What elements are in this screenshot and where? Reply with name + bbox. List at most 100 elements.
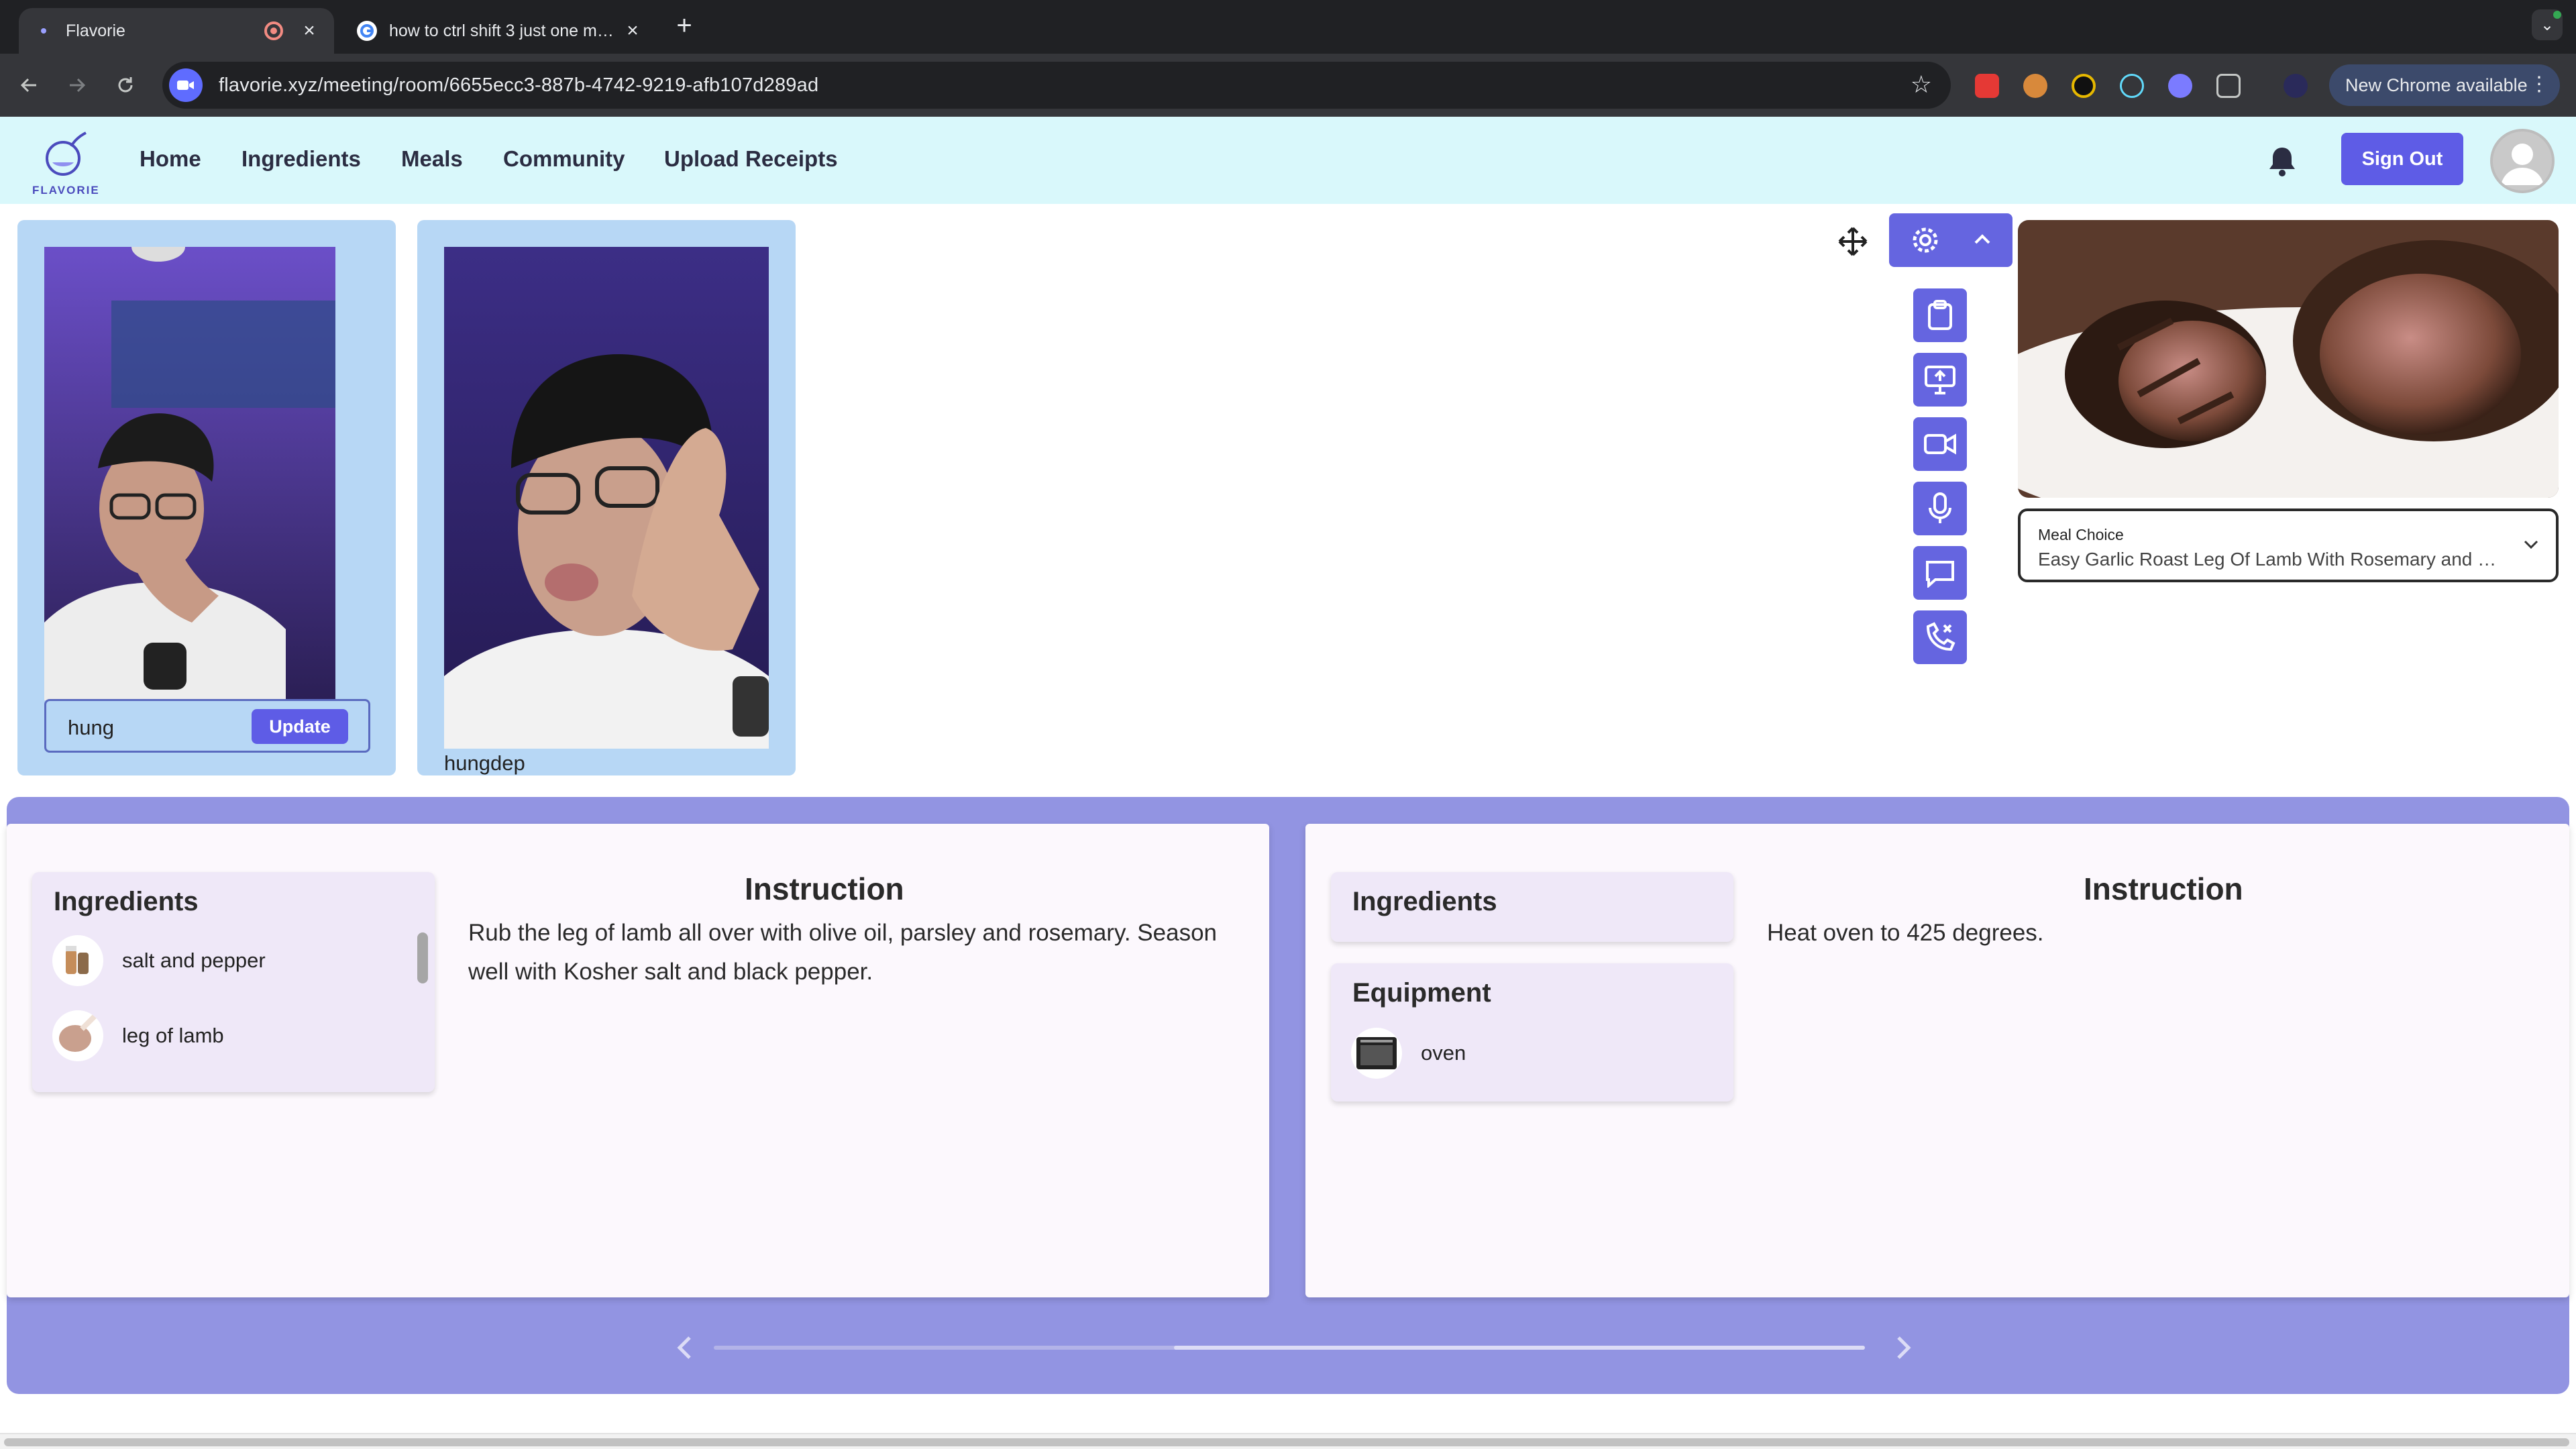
equipment-item: oven: [1351, 1026, 1466, 1080]
url-text: flavorie.xyz/meeting/room/6655ecc3-887b-…: [219, 74, 819, 96]
tab-title: Flavorie: [66, 21, 125, 40]
end-call-button[interactable]: [1913, 610, 1967, 664]
reload-icon[interactable]: [109, 68, 142, 102]
carousel-scroll-thumb[interactable]: [1174, 1346, 1865, 1350]
meal-choice-select[interactable]: Meal Choice Easy Garlic Roast Leg Of Lam…: [2018, 508, 2559, 582]
next-step-chevron-icon[interactable]: [1886, 1331, 1920, 1364]
page-scroll-thumb[interactable]: [4, 1438, 2569, 1446]
clipboard-button[interactable]: [1913, 288, 1967, 342]
controls-header: [1889, 213, 2012, 267]
browser-tab-strip: Flavorie × how to ctrl shift 3 just one …: [0, 0, 2576, 54]
previous-step-chevron-icon[interactable]: [668, 1331, 702, 1364]
flavorie-favicon: [34, 21, 54, 41]
extension-icon[interactable]: [1975, 74, 1999, 98]
meal-photo: [2018, 220, 2559, 498]
display-name-field[interactable]: hung Update: [44, 699, 370, 753]
google-favicon: [357, 21, 377, 41]
ingredients-heading: Ingredients: [1352, 887, 1497, 916]
instruction-text: Rub the leg of lamb all over with olive …: [468, 920, 1218, 985]
site-info-icon[interactable]: [169, 68, 203, 102]
instruction-heading: Instruction: [2084, 871, 2243, 906]
leg-of-lamb-thumbnail: [52, 1010, 103, 1061]
ingredients-scrollbar[interactable]: [417, 932, 428, 983]
forward-icon[interactable]: [60, 68, 94, 102]
salt-and-pepper-thumbnail: [52, 935, 103, 986]
equipment-name: oven: [1421, 1041, 1466, 1065]
ingredient-item: salt and pepper: [52, 934, 266, 987]
page-horizontal-scrollbar[interactable]: [0, 1433, 2576, 1449]
ingredient-name: salt and pepper: [122, 949, 266, 972]
clipboard-icon: [1928, 300, 1952, 330]
bookmark-star-icon[interactable]: ☆: [1911, 72, 1932, 97]
meal-choice-label: Meal Choice: [2038, 526, 2124, 543]
chrome-update-button[interactable]: New Chrome available ⋮: [2329, 64, 2560, 106]
close-tab-icon[interactable]: ×: [299, 19, 319, 42]
oven-thumbnail: [1351, 1028, 1402, 1079]
new-tab-icon[interactable]: +: [671, 12, 698, 39]
nav-meals[interactable]: Meals: [401, 146, 463, 172]
react-devtools-icon[interactable]: [2120, 74, 2144, 98]
equipment-panel: Equipment oven: [1331, 963, 1733, 1102]
end-call-icon: [1926, 622, 1955, 651]
step-card: Ingredients salt and pepper leg of lamb …: [7, 824, 1269, 1297]
participant-tile-self: hung Update: [17, 220, 396, 775]
settings-gear-icon[interactable]: [1911, 225, 1940, 255]
extensions-puzzle-icon[interactable]: [2216, 74, 2241, 98]
tab-flavorie[interactable]: Flavorie ×: [19, 8, 334, 54]
extension-icon[interactable]: [2072, 74, 2096, 98]
chrome-update-label: New Chrome available: [2345, 74, 2528, 95]
nav-community[interactable]: Community: [503, 146, 625, 172]
ingredient-item: leg of lamb: [52, 1009, 224, 1063]
ingredients-heading: Ingredients: [54, 887, 199, 916]
microphone-icon: [1929, 492, 1951, 523]
step-card: Ingredients Equipment oven Instruction H…: [1305, 824, 2569, 1297]
extension-icon[interactable]: [2168, 74, 2192, 98]
update-name-button[interactable]: Update: [252, 709, 348, 744]
address-bar[interactable]: flavorie.xyz/meeting/room/6655ecc3-887b-…: [162, 62, 1951, 109]
instruction-text: Heat oven to 425 degrees.: [1767, 920, 2044, 946]
instruction-heading: Instruction: [745, 871, 904, 906]
ingredients-panel: Ingredients salt and pepper leg of lamb: [32, 872, 435, 1092]
back-icon[interactable]: [12, 68, 46, 102]
display-name-input[interactable]: hung: [68, 716, 114, 740]
nav-upload-receipts[interactable]: Upload Receipts: [664, 146, 838, 172]
cookie-extension-icon[interactable]: [2023, 74, 2047, 98]
chevron-down-icon: [2522, 538, 2540, 550]
drag-move-icon[interactable]: [1837, 225, 1869, 258]
notifications-bell-icon[interactable]: [2267, 145, 2297, 177]
remote-video: [444, 247, 769, 749]
chat-icon: [1926, 561, 1954, 588]
logo-text: FLAVORIE: [32, 184, 100, 197]
tab-title: how to ctrl shift 3 just one monitor: [389, 21, 623, 40]
profile-icon[interactable]: [2284, 74, 2308, 98]
chrome-menu-icon[interactable]: ⋮: [2529, 72, 2549, 96]
recording-icon: [264, 21, 283, 40]
chevron-up-icon[interactable]: [1972, 231, 1992, 248]
screen-share-icon: [1925, 366, 1955, 394]
ingredient-name: leg of lamb: [122, 1024, 224, 1047]
microphone-toggle-button[interactable]: [1913, 482, 1967, 535]
participant-name: hungdep: [444, 751, 525, 775]
equipment-heading: Equipment: [1352, 978, 1491, 1008]
nav-ingredients[interactable]: Ingredients: [241, 146, 361, 172]
camera-toggle-button[interactable]: [1913, 417, 1967, 471]
chat-button[interactable]: [1913, 546, 1967, 600]
screen-share-button[interactable]: [1913, 353, 1967, 407]
flavorie-logo[interactable]: FLAVORIE: [32, 127, 99, 197]
self-video: [44, 247, 335, 700]
meal-choice-value: Easy Garlic Roast Leg Of Lamb With Rosem…: [2038, 549, 2508, 570]
app-header: FLAVORIE Home Ingredients Meals Communit…: [0, 117, 2576, 204]
video-camera-icon: [1924, 433, 1956, 455]
recipe-steps-carousel: Ingredients salt and pepper leg of lamb …: [7, 797, 2569, 1394]
nav-home[interactable]: Home: [140, 146, 201, 172]
sign-out-button[interactable]: Sign Out: [2341, 133, 2463, 185]
carousel-scrollbar[interactable]: [714, 1346, 1865, 1350]
user-avatar[interactable]: [2490, 129, 2555, 193]
logo-icon: [46, 131, 87, 176]
browser-toolbar: flavorie.xyz/meeting/room/6655ecc3-887b-…: [0, 54, 2576, 117]
close-tab-icon[interactable]: ×: [623, 19, 643, 42]
ingredients-panel: Ingredients: [1331, 872, 1733, 942]
participant-tile-remote: hungdep: [417, 220, 796, 775]
tab-google-search[interactable]: how to ctrl shift 3 just one monitor ×: [342, 8, 657, 54]
tab-search-icon[interactable]: ⌄: [2532, 9, 2563, 40]
